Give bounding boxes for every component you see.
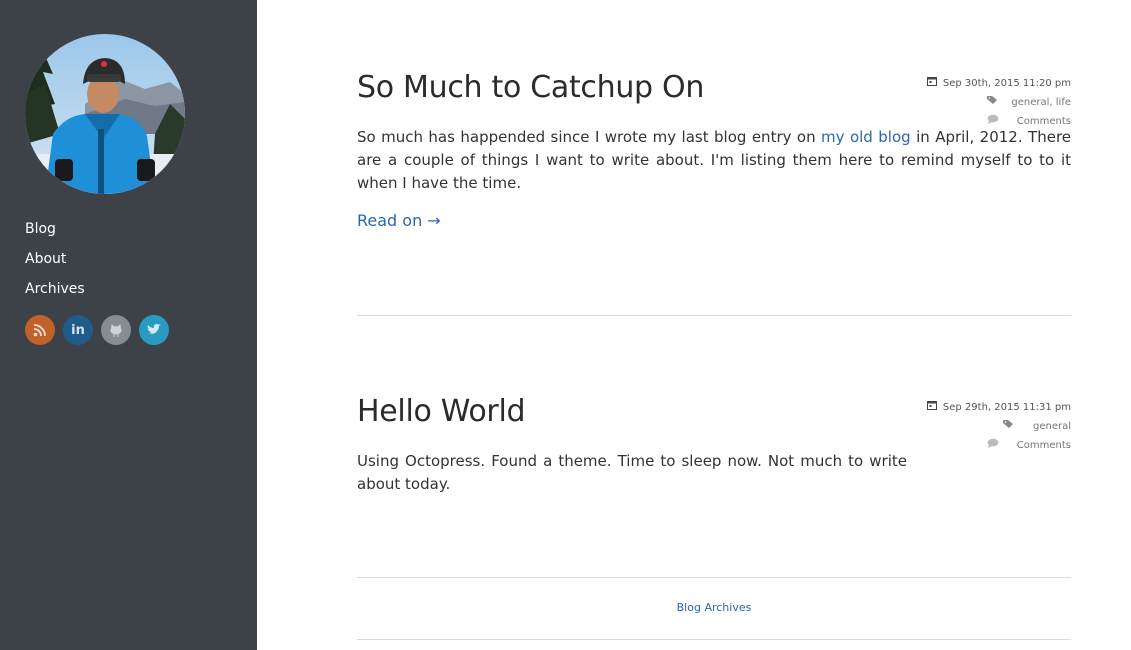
excerpt-text: So much has happended since I wrote my l…	[357, 128, 822, 146]
tag-general[interactable]: general	[1021, 417, 1071, 436]
divider	[357, 639, 1071, 640]
linkedin-icon[interactable]: in	[63, 315, 93, 345]
social-links: in	[25, 315, 169, 345]
post-meta: Sep 29th, 2015 11:31 pm general Comments	[926, 398, 1071, 455]
calendar-icon	[926, 74, 937, 93]
post-tags: general, life	[927, 93, 1071, 112]
comment-icon	[987, 112, 999, 131]
nav-archives[interactable]: Archives	[25, 280, 85, 310]
avatar-photo	[25, 34, 185, 194]
comment-icon	[987, 436, 999, 455]
avatar[interactable]	[25, 34, 185, 194]
comments-link[interactable]: Comments	[1005, 112, 1071, 131]
tag-life[interactable]: life	[1056, 97, 1071, 108]
post-comments: Comments	[927, 436, 1071, 455]
post-excerpt: So much has happended since I wrote my l…	[357, 126, 1071, 195]
post-date-text: Sep 30th, 2015 11:20 pm	[942, 78, 1071, 89]
read-on-link[interactable]: Read on →	[357, 211, 441, 230]
sidebar: Blog About Archives in	[0, 0, 257, 650]
blog-archives-link[interactable]: Blog Archives	[357, 601, 1071, 614]
twitter-icon[interactable]	[139, 315, 169, 345]
nav-about[interactable]: About	[25, 250, 85, 280]
post-excerpt: Using Octopress. Found a theme. Time to …	[357, 452, 907, 493]
old-blog-link[interactable]: my old blog	[821, 128, 911, 146]
post: So Much to Catchup On Sep 30th, 2015 11:…	[357, 70, 1071, 230]
post-date: Sep 29th, 2015 11:31 pm	[926, 398, 1071, 417]
rss-icon[interactable]	[25, 315, 55, 345]
post-meta: Sep 30th, 2015 11:20 pm general, life Co…	[926, 74, 1071, 131]
github-icon[interactable]	[101, 315, 131, 345]
calendar-icon	[926, 398, 937, 417]
comments-link[interactable]: Comments	[1005, 436, 1071, 455]
nav-blog[interactable]: Blog	[25, 220, 85, 250]
divider	[357, 577, 1071, 578]
post-date: Sep 30th, 2015 11:20 pm	[926, 74, 1071, 93]
post-date-text: Sep 29th, 2015 11:31 pm	[942, 402, 1071, 413]
tag-general[interactable]: general	[1011, 97, 1049, 108]
post: Hello World Sep 29th, 2015 11:31 pm gene…	[357, 394, 1071, 496]
divider	[357, 315, 1071, 316]
tag-icon	[1002, 417, 1015, 436]
tag-icon	[987, 93, 999, 112]
sidebar-nav: Blog About Archives	[25, 220, 85, 310]
post-comments: Comments	[927, 112, 1071, 131]
post-tags: general	[927, 417, 1071, 436]
